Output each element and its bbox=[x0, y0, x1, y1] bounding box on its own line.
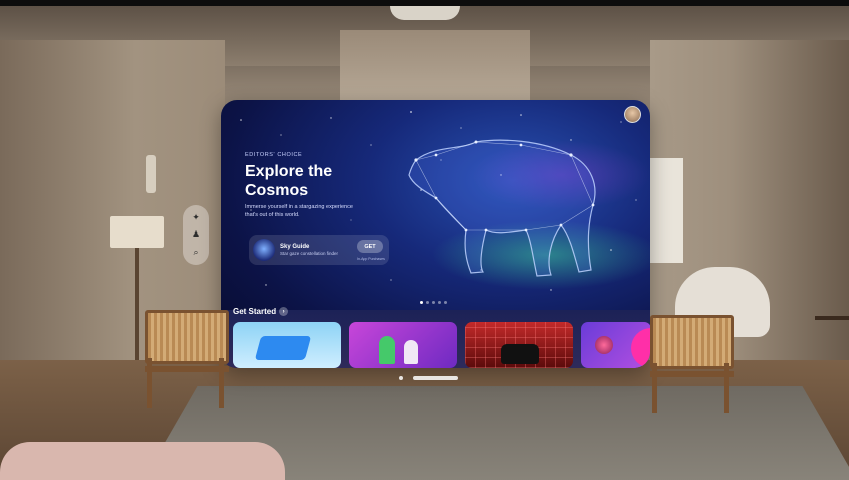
app-store-window: EDITORS' CHOICE Explore the Cosmos Immer… bbox=[221, 100, 650, 368]
hero-title: Explore the Cosmos bbox=[245, 162, 425, 200]
chair-leg bbox=[219, 358, 224, 408]
app-name: Sky Guide bbox=[280, 244, 310, 250]
bear-outline bbox=[408, 139, 596, 277]
ceiling-lamp bbox=[390, 6, 460, 20]
board-game-tile[interactable] bbox=[349, 322, 457, 368]
chair-leg bbox=[652, 363, 657, 413]
section-title: Get Started bbox=[233, 307, 277, 316]
window-close-dot[interactable] bbox=[399, 376, 403, 380]
account-avatar[interactable] bbox=[624, 106, 641, 123]
racing-car-tile[interactable] bbox=[465, 322, 573, 368]
get-button[interactable]: GET bbox=[357, 240, 383, 253]
page-dot[interactable] bbox=[438, 301, 441, 304]
app-info: Sky Guide Star gaze constellation finder bbox=[280, 244, 338, 256]
blocks-art bbox=[254, 336, 312, 360]
chimney-breast bbox=[340, 30, 530, 105]
app-store-tab-bar: ✦ ♟ ⌕ bbox=[183, 205, 209, 265]
race-car-art bbox=[501, 344, 539, 364]
search-icon[interactable]: ⌕ bbox=[193, 247, 198, 257]
white-pawn-art bbox=[404, 340, 418, 364]
chair-leg bbox=[147, 358, 152, 408]
pink-ring-art bbox=[631, 328, 650, 368]
puzzle-blocks-tile[interactable] bbox=[233, 322, 341, 368]
hero-subtitle: Immerse yourself in a stargazing experie… bbox=[245, 204, 353, 218]
chevron-right-icon[interactable]: › bbox=[279, 307, 289, 316]
page-dot[interactable] bbox=[426, 301, 429, 304]
chair-seat bbox=[650, 371, 734, 377]
page-dot[interactable] bbox=[432, 301, 435, 304]
orb-game-tile[interactable] bbox=[581, 322, 650, 368]
green-pawn-art bbox=[379, 336, 395, 364]
app-store-icon[interactable]: ✦ bbox=[192, 213, 200, 222]
chair-seat bbox=[145, 366, 229, 372]
arcade-icon[interactable]: ♟ bbox=[192, 230, 200, 239]
floor-lamp-pole bbox=[135, 248, 139, 360]
carousel-page-indicator[interactable] bbox=[420, 301, 447, 304]
hero-text-block: EDITORS' CHOICE Explore the Cosmos Immer… bbox=[245, 152, 425, 219]
page-dot[interactable] bbox=[420, 301, 423, 304]
hero-title-line-1: Explore the bbox=[245, 163, 333, 180]
sky-guide-app-icon bbox=[253, 239, 275, 261]
app-description: Star gaze constellation finder bbox=[280, 251, 339, 256]
chair-leg bbox=[724, 363, 729, 413]
wooden-cane-chair-left bbox=[145, 310, 235, 408]
in-app-purchases-note: In-App Purchases bbox=[357, 257, 385, 261]
page-dot[interactable] bbox=[444, 301, 447, 304]
wall-sconce bbox=[146, 155, 156, 193]
chair-back bbox=[650, 315, 734, 369]
hero-title-line-2: Cosmos bbox=[245, 182, 309, 199]
living-room-scene: ✦ ♟ ⌕ EDITORS' CHOICE Explore the Cosmos… bbox=[0, 0, 849, 480]
wooden-cane-chair-right bbox=[650, 315, 740, 413]
hero-eyebrow: EDITORS' CHOICE bbox=[245, 152, 303, 158]
window-grab-bar[interactable] bbox=[413, 376, 458, 380]
floor-lamp-shade bbox=[110, 216, 164, 248]
orb-art bbox=[595, 336, 613, 354]
get-started-header[interactable]: Get Started › bbox=[233, 307, 289, 316]
pink-ottoman bbox=[0, 442, 285, 480]
chair-back bbox=[145, 310, 229, 364]
get-started-tiles bbox=[233, 322, 650, 368]
side-table bbox=[815, 316, 849, 380]
wall-art bbox=[650, 158, 683, 263]
